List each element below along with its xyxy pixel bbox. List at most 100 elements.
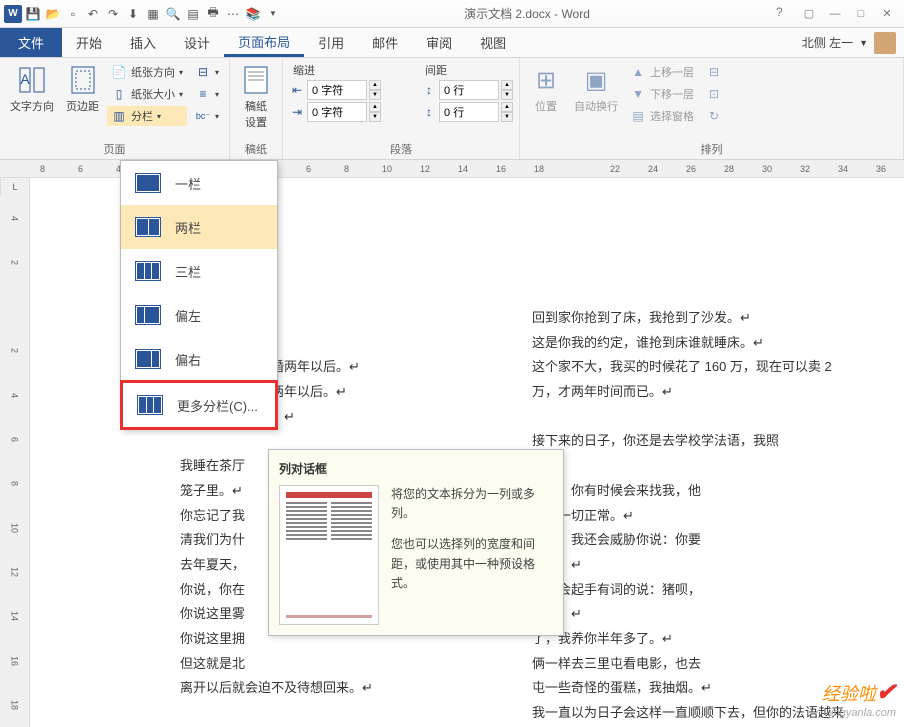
hyphenation-button[interactable]: bc⁻▾ [191,106,223,126]
selection-pane-button[interactable]: ▤选择窗格 [626,106,698,126]
size-icon: ▯ [111,86,127,102]
text-direction-button[interactable]: A 文字方向 [6,62,58,116]
save-icon[interactable]: 💾 [24,5,42,23]
columns-left[interactable]: 偏左 [121,293,277,337]
send-backward-button[interactable]: ▼下移一层 [626,84,698,104]
ruler-vertical[interactable]: 4224681012141618 [0,196,30,727]
paper-settings-icon [240,64,272,96]
help-icon[interactable]: ? [776,5,792,21]
line-numbers-button[interactable]: ≡▾ [191,84,223,104]
spin-up[interactable]: ▲ [501,102,513,112]
tooltip-para-1: 将您的文本拆分为一列或多列。 [391,485,553,523]
ribbon-toggle-icon[interactable]: ▢ [800,5,818,23]
tooltip-para-2: 您也可以选择列的宽度和间距，或使用其中一种预设格式。 [391,535,553,593]
tab-view[interactable]: 视图 [466,28,520,57]
maximize-icon[interactable]: □ [852,5,870,23]
undo-icon[interactable]: ↶ [84,5,102,23]
paper-settings-button[interactable]: 稿纸 设置 [236,62,276,132]
new-icon[interactable]: ▫ [64,5,82,23]
columns-one[interactable]: 一栏 [121,161,277,205]
columns-dropdown-menu: 一栏 两栏 三栏 偏左 偏右 更多分栏(C)... [120,160,278,430]
user-dropdown-icon[interactable]: ▼ [859,38,868,48]
group-label-paragraph: 段落 [289,139,513,157]
spin-up[interactable]: ▲ [501,80,513,90]
spacing-after-input[interactable] [439,102,499,122]
columns-right[interactable]: 偏右 [121,337,277,381]
tooltip-preview-icon [279,485,379,625]
print-icon[interactable]: 🖶 [204,5,222,23]
indent-label: 缩进 [289,62,381,78]
send-backward-icon: ▼ [630,86,646,102]
group-label-page: 页面 [6,139,223,157]
document-column-2[interactable]: 回到家你抢到了床，我抢到了沙发。↵这是你我的约定，谁抢到床谁就睡床。↵这个家不大… [532,306,844,727]
watermark: 经验啦✔ jingyanla.com [822,678,896,719]
avatar[interactable] [874,32,896,54]
ruler-corner[interactable]: L [0,177,30,197]
group-icon: ⊡ [706,86,722,102]
spin-up[interactable]: ▲ [369,80,381,90]
columns-three[interactable]: 三栏 [121,249,277,293]
spacing-label: 间距 [421,62,513,78]
wrap-text-button[interactable]: ▣ 自动换行 [570,62,622,116]
margins-icon [67,64,99,96]
qat-icon-2[interactable]: ▤ [184,5,202,23]
indent-right-input[interactable] [307,102,367,122]
user-name[interactable]: 北侧 左一 [802,34,853,51]
indent-left-icon: ⇤ [289,82,305,98]
redo-icon[interactable]: ↷ [104,5,122,23]
group-label-paper: 稿纸 [236,139,276,157]
orientation-icon: 📄 [111,64,127,80]
left-column-icon [135,305,161,325]
breaks-icon: ⊟ [195,64,211,80]
tab-review[interactable]: 审阅 [412,28,466,57]
tab-design[interactable]: 设计 [170,28,224,57]
right-column-icon [135,349,161,369]
qat-icon-1[interactable]: ▦ [144,5,162,23]
spin-down[interactable]: ▼ [501,90,513,100]
window-title: 演示文档 2.docx - Word [286,5,768,22]
close-icon[interactable]: ✕ [878,5,896,23]
paper-size-button[interactable]: ▯纸张大小▾ [107,84,187,104]
position-button[interactable]: ⊞ 位置 [526,62,566,116]
indent-right-icon: ⇥ [289,104,305,120]
spin-down[interactable]: ▼ [501,112,513,122]
columns-button[interactable]: ▥分栏▾ [107,106,187,126]
qat-dropdown-icon[interactable]: ▼ [264,5,282,23]
tooltip: 列对话框 将您的文本拆分为一列或多列。 您也可以选择列的宽度和间距，或使用其中一… [268,449,564,636]
columns-two[interactable]: 两栏 [121,205,277,249]
spacing-before-icon: ↕ [421,82,437,98]
text-direction-icon: A [16,64,48,96]
more-columns-icon [137,395,163,415]
rotate-button[interactable]: ↻ [702,106,726,126]
spin-up[interactable]: ▲ [369,102,381,112]
margins-button[interactable]: 页边距 [62,62,103,116]
group-label-arrange: 排列 [526,139,897,157]
minimize-icon[interactable]: — [826,5,844,23]
spacing-after-icon: ↕ [421,104,437,120]
spin-down[interactable]: ▼ [369,112,381,122]
group-button[interactable]: ⊡ [702,84,726,104]
spin-down[interactable]: ▼ [369,90,381,100]
hyphenation-icon: bc⁻ [195,108,211,124]
spacing-before-input[interactable] [439,80,499,100]
columns-more[interactable]: 更多分栏(C)... [120,380,278,430]
docs-icon[interactable]: 📚 [244,5,262,23]
tab-layout[interactable]: 页面布局 [224,28,304,57]
two-column-icon [135,217,161,237]
save-as-icon[interactable]: ⬇ [124,5,142,23]
breaks-button[interactable]: ⊟▾ [191,62,223,82]
tab-references[interactable]: 引用 [304,28,358,57]
indent-left-input[interactable] [307,80,367,100]
columns-icon: ▥ [111,108,127,124]
align-icon: ⊟ [706,64,722,80]
tab-mail[interactable]: 邮件 [358,28,412,57]
open-icon[interactable]: 📂 [44,5,62,23]
bring-forward-button[interactable]: ▲上移一层 [626,62,698,82]
preview-icon[interactable]: 🔍 [164,5,182,23]
tab-home[interactable]: 开始 [62,28,116,57]
qat-icon-3[interactable]: ⋯ [224,5,242,23]
tab-insert[interactable]: 插入 [116,28,170,57]
orientation-button[interactable]: 📄纸张方向▾ [107,62,187,82]
align-button[interactable]: ⊟ [702,62,726,82]
tab-file[interactable]: 文件 [0,28,62,57]
